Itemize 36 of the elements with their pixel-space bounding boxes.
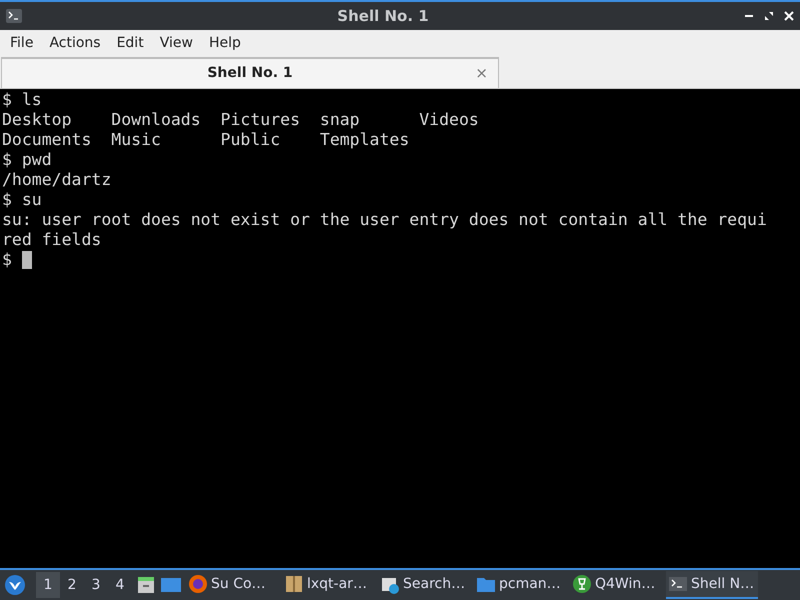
terminal-line: $ ls [2,90,42,110]
terminal-icon [668,574,688,594]
desktop-switch-button[interactable]: 2 [60,572,84,598]
taskbar-button[interactable]: Search… [378,571,470,599]
terminal-line: $ [2,250,13,270]
terminal-line: su: user root does not exist or the user entry does not contain all the requi [2,210,767,230]
desktop-switch-button[interactable]: 4 [108,572,132,598]
menu-item[interactable]: Actions [41,30,109,56]
terminal-line: Documents Music Public Templates [2,130,410,150]
terminal-line: $ pwd [2,150,52,170]
wine-glass-icon [572,574,592,594]
restore-icon[interactable] [764,11,774,21]
terminal-line: /home/dartz [2,170,112,190]
browser-icon [188,574,208,594]
taskbar-button[interactable]: lxqt-ar… [282,571,374,599]
taskbar-button[interactable]: Q4Win… [570,571,662,599]
menu-item[interactable]: Help [200,30,249,56]
file-cabinet-icon[interactable] [136,575,156,595]
taskbar-button[interactable]: pcman… [474,571,566,599]
window-title: Shell No. 1 [337,6,429,27]
terminal-icon [6,9,22,23]
menu-item[interactable]: View [152,30,201,56]
desktop-switch-button[interactable]: 1 [36,572,60,598]
close-icon[interactable] [784,11,794,21]
tab[interactable]: Shell No. 1 × [1,57,499,88]
tab-close-button[interactable]: × [475,62,488,85]
terminal-line: $ su [2,190,42,210]
menu-item[interactable]: File [2,30,42,56]
menu-item[interactable]: Edit [108,30,152,56]
package-icon [284,574,304,594]
taskbar-button[interactable]: Su Co… [186,571,278,599]
taskbar-button[interactable]: Shell N… [666,571,758,599]
terminal-line: Desktop Downloads Pictures snap Videos [2,110,479,130]
desktop-switch-button[interactable]: 3 [84,572,108,598]
terminal-line: red fields [2,230,102,250]
desktop-icon[interactable] [160,575,182,595]
